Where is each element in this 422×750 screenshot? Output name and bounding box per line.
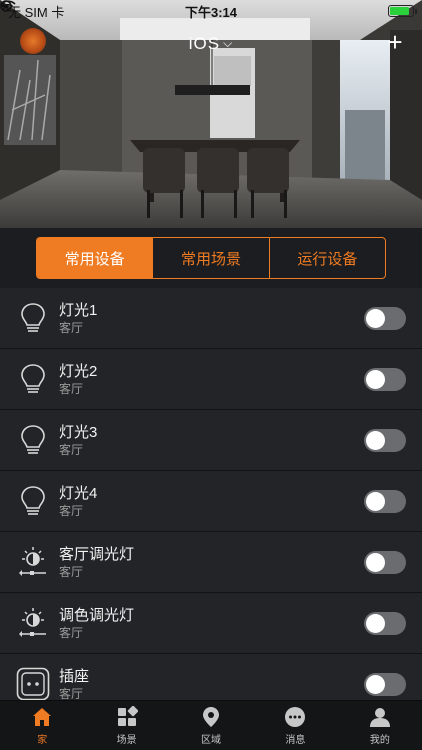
device-toggle[interactable] bbox=[364, 673, 406, 696]
status-left: 无 SIM 卡 bbox=[0, 0, 148, 21]
lightbulb-icon bbox=[21, 425, 45, 454]
status-time: 下午3:14 bbox=[184, 4, 238, 20]
toggle-knob bbox=[366, 309, 385, 328]
lightbulb-icon bbox=[21, 303, 45, 332]
device-row[interactable]: 灯光1 客厅 bbox=[0, 288, 422, 349]
device-row[interactable]: 灯光2 客厅 bbox=[0, 349, 422, 410]
device-toggle[interactable] bbox=[364, 307, 406, 330]
nav-scene-label: 场景 bbox=[116, 734, 137, 746]
device-name: 客厅调光灯 bbox=[59, 546, 135, 563]
nav-area[interactable]: 区域 bbox=[169, 701, 253, 750]
device-toggle[interactable] bbox=[364, 429, 406, 452]
socket-icon bbox=[16, 667, 50, 700]
message-icon bbox=[285, 706, 306, 727]
dimmer-icon bbox=[19, 608, 46, 637]
device-room: 客厅 bbox=[59, 443, 84, 457]
plus-icon[interactable]: + bbox=[384, 29, 406, 55]
device-room: 客厅 bbox=[59, 687, 84, 700]
device-room: 客厅 bbox=[59, 504, 84, 518]
device-room: 客厅 bbox=[59, 626, 84, 640]
device-row[interactable]: 灯光4 客厅 bbox=[0, 471, 422, 532]
toggle-knob bbox=[366, 675, 385, 694]
battery-icon bbox=[388, 5, 417, 17]
nav-messages-label: 消息 bbox=[285, 734, 306, 746]
nav-area-label: 区域 bbox=[201, 734, 222, 746]
toggle-knob bbox=[366, 492, 385, 511]
segmented-tabs: 常用设备 常用场景 运行设备 bbox=[36, 237, 386, 279]
user-icon bbox=[369, 707, 390, 727]
home-title: iOS bbox=[188, 34, 221, 53]
device-toggle[interactable] bbox=[364, 551, 406, 574]
carrier-label: 无 SIM 卡 bbox=[8, 4, 65, 20]
nav-home[interactable]: 家 bbox=[0, 701, 84, 750]
home-icon bbox=[33, 707, 52, 726]
device-name: 灯光4 bbox=[59, 485, 98, 502]
device-room: 客厅 bbox=[59, 565, 84, 579]
toggle-knob bbox=[366, 553, 385, 572]
status-bar: 无 SIM 卡 下午3:14 bbox=[0, 0, 422, 22]
lightbulb-icon bbox=[21, 364, 45, 393]
device-row[interactable]: 客厅调光灯 客厅 bbox=[0, 532, 422, 593]
battery-level-fill bbox=[390, 7, 409, 15]
nav-messages[interactable]: 消息 bbox=[253, 701, 337, 750]
device-room: 客厅 bbox=[59, 382, 84, 396]
scene-grid-icon bbox=[117, 705, 138, 726]
location-pin-icon bbox=[203, 706, 220, 727]
device-room: 客厅 bbox=[59, 321, 84, 335]
nav-scene[interactable]: 场景 bbox=[84, 701, 168, 750]
device-row[interactable]: 灯光3 客厅 bbox=[0, 410, 422, 471]
toggle-knob bbox=[366, 370, 385, 389]
hero-room-image: 无 SIM 卡 下午3:14 iOS ⌵ + bbox=[0, 0, 422, 228]
toggle-knob bbox=[366, 614, 385, 633]
device-name: 灯光3 bbox=[59, 424, 98, 441]
toggle-knob bbox=[366, 431, 385, 450]
chevron-down-icon: ⌵ bbox=[223, 36, 234, 50]
device-name: 灯光2 bbox=[59, 363, 98, 380]
status-right bbox=[0, 0, 417, 17]
device-name: 调色调光灯 bbox=[59, 607, 135, 624]
tab-common-devices[interactable]: 常用设备 bbox=[37, 238, 153, 278]
tab-common-scenes[interactable]: 常用场景 bbox=[152, 238, 268, 278]
device-name: 灯光1 bbox=[59, 302, 98, 319]
bottom-nav: 家 场景 区域 消息 我的 bbox=[0, 700, 422, 750]
device-row[interactable]: 调色调光灯 客厅 bbox=[0, 593, 422, 654]
nav-home-label: 家 bbox=[37, 734, 48, 746]
nav-profile-label: 我的 bbox=[369, 734, 390, 746]
device-list: 灯光1 客厅 灯光2 客厅 灯光3 客厅 灯光4 客厅 客厅调光灯 客厅 调色调… bbox=[0, 288, 422, 700]
dimmer-icon bbox=[19, 547, 46, 576]
tab-bar: 常用设备 常用场景 运行设备 bbox=[0, 228, 422, 288]
lightbulb-icon bbox=[21, 486, 45, 515]
device-toggle[interactable] bbox=[364, 368, 406, 391]
home-title-selector[interactable]: iOS ⌵ bbox=[0, 34, 422, 54]
device-name: 插座 bbox=[59, 668, 90, 685]
device-row[interactable]: 插座 客厅 bbox=[0, 654, 422, 700]
charging-icon bbox=[1, 0, 7, 12]
device-toggle[interactable] bbox=[364, 612, 406, 635]
tab-running-devices[interactable]: 运行设备 bbox=[268, 238, 385, 278]
nav-profile[interactable]: 我的 bbox=[338, 701, 422, 750]
device-toggle[interactable] bbox=[364, 490, 406, 513]
